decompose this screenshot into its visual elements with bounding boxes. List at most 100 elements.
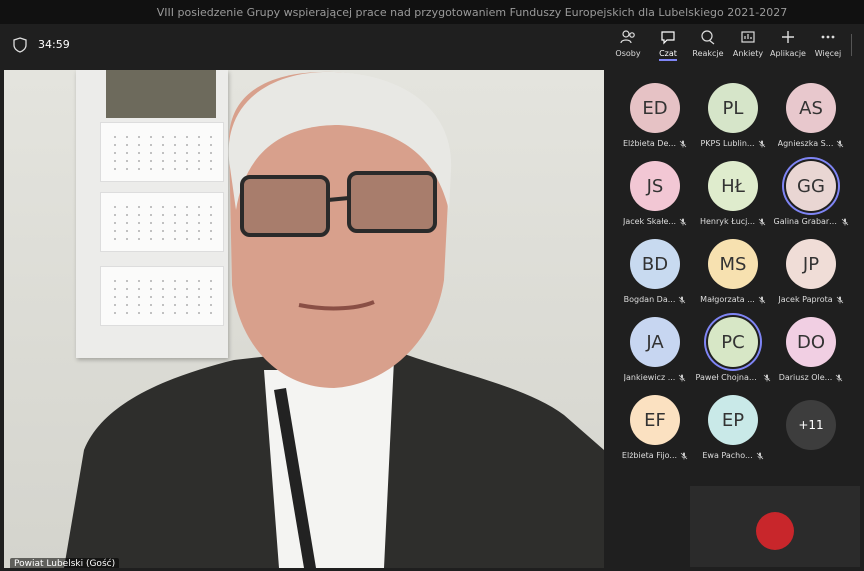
participant-name: Bogdan Da... <box>623 295 676 304</box>
participant-name: PKPS Lublin... <box>700 139 755 148</box>
polls-button[interactable]: Ankiety <box>728 28 768 61</box>
participant-tile[interactable]: JP Jacek Paprota <box>772 239 850 317</box>
more-icon <box>821 35 835 39</box>
self-view-tile[interactable] <box>690 486 860 567</box>
participant-name: Ewa Pacho... <box>702 451 753 460</box>
mic-muted-icon <box>758 218 766 225</box>
participant-tile[interactable]: BD Bogdan Da... <box>616 239 694 317</box>
participant-name-row: Dariusz Ole... <box>772 373 850 382</box>
mic-muted-icon <box>836 296 843 303</box>
participant-avatar: JS <box>630 161 680 211</box>
window-title: VIII posiedzenie Grupy wspierającej prac… <box>156 5 788 19</box>
participant-tile[interactable]: PC Paweł Chojnack... <box>694 317 772 395</box>
plus-icon <box>782 31 794 43</box>
organization-logo-icon <box>756 512 794 550</box>
more-button[interactable]: Więcej <box>808 28 848 61</box>
participant-avatar: ED <box>630 83 680 133</box>
chat-button[interactable]: Czat <box>648 28 688 61</box>
mic-muted-icon <box>679 140 687 147</box>
participant-tile[interactable]: JS Jacek Skałe... <box>616 161 694 239</box>
meeting-timer: 34:59 <box>38 38 70 51</box>
participant-name: Jacek Skałe... <box>622 217 677 226</box>
apps-label: Aplikacje <box>770 49 806 58</box>
participant-avatar: HŁ <box>708 161 758 211</box>
participant-name-row: PKPS Lublin... <box>694 139 772 148</box>
participant-tile[interactable]: EP Ewa Pacho... <box>694 395 772 473</box>
window-title-bar: VIII posiedzenie Grupy wspierającej prac… <box>0 0 864 24</box>
participant-name: Jankiewicz ... <box>623 373 676 382</box>
participant-name-row: Elżbieta De... <box>616 139 694 148</box>
people-icon <box>620 30 635 44</box>
participant-tile[interactable]: MS Małgorzata ... <box>694 239 772 317</box>
toolbar-divider <box>851 34 852 56</box>
people-label: Osoby <box>615 49 641 58</box>
mic-muted-icon <box>756 452 763 459</box>
mic-muted-icon <box>763 374 770 381</box>
more-participants-button[interactable]: +11 <box>786 400 836 450</box>
reactions-button[interactable]: Reakcje <box>688 28 728 61</box>
participant-tile[interactable]: DO Dariusz Ole... <box>772 317 850 395</box>
reactions-icon <box>701 30 715 45</box>
participant-name-row: Ewa Pacho... <box>694 451 772 460</box>
mic-muted-icon <box>679 218 687 225</box>
participant-avatar: PC <box>708 317 758 367</box>
participant-tile[interactable]: EF Elżbieta Fijo... <box>616 395 694 473</box>
apps-button[interactable]: Aplikacje <box>768 28 808 61</box>
participant-name: Małgorzata ... <box>700 295 755 304</box>
mic-muted-icon <box>837 140 844 147</box>
participant-name: Elżbieta De... <box>623 139 676 148</box>
participant-avatar: AS <box>786 83 836 133</box>
participant-name-row: Jankiewicz ... <box>616 373 694 382</box>
participant-name-row: Małgorzata ... <box>694 295 772 304</box>
participant-tile[interactable]: ED Elżbieta De... <box>616 83 694 161</box>
participant-name-row: Jacek Paprota <box>772 295 850 304</box>
toolbar-actions: Osoby Czat Reakcje Ankiety Aplikacje Wię… <box>608 28 848 61</box>
reactions-label: Reakcje <box>692 49 724 58</box>
participant-name-row: Paweł Chojnack... <box>694 373 772 382</box>
participant-tile[interactable]: JA Jankiewicz ... <box>616 317 694 395</box>
participant-name: Henryk Łucj... <box>699 217 756 226</box>
mic-muted-icon <box>841 218 848 225</box>
participant-avatar: EP <box>708 395 758 445</box>
participant-name: Paweł Chojnack... <box>695 373 760 382</box>
participant-name: Agnieszka S... <box>777 139 834 148</box>
participant-name-row: Elżbieta Fijo... <box>616 451 694 460</box>
participant-avatar: GG <box>786 161 836 211</box>
participant-avatar: JA <box>630 317 680 367</box>
mic-muted-icon <box>679 296 686 303</box>
participant-name-row: Galina Grabarcz... <box>772 217 850 226</box>
participant-avatar: JP <box>786 239 836 289</box>
participant-name-row: Jacek Skałe... <box>616 217 694 226</box>
participant-name-row: Bogdan Da... <box>616 295 694 304</box>
meeting-toolbar: 34:59 Osoby Czat Reakcje Ankiety Aplikac… <box>0 24 864 68</box>
participant-avatar: MS <box>708 239 758 289</box>
mic-muted-icon <box>758 296 766 303</box>
polls-icon <box>741 31 755 43</box>
people-button[interactable]: Osoby <box>608 28 648 61</box>
participant-tile[interactable]: PL PKPS Lublin... <box>694 83 772 161</box>
participant-tile[interactable]: GG Galina Grabarcz... <box>772 161 850 239</box>
mic-muted-icon <box>679 374 686 381</box>
participant-avatar: DO <box>786 317 836 367</box>
main-video-tile[interactable]: Powiat Lubelski (Gość) <box>4 70 604 568</box>
participant-avatar: EF <box>630 395 680 445</box>
participant-name: Galina Grabarcz... <box>773 217 838 226</box>
participant-name: Dariusz Ole... <box>778 373 833 382</box>
participant-avatar: PL <box>708 83 758 133</box>
mic-muted-icon <box>680 452 688 459</box>
mic-muted-icon <box>758 140 765 147</box>
chat-label: Czat <box>659 49 677 61</box>
participant-name-row: Henryk Łucj... <box>694 217 772 226</box>
participant-video-person <box>64 71 604 568</box>
shield-icon[interactable] <box>12 37 28 53</box>
chat-icon <box>661 31 675 45</box>
participant-tile[interactable]: HŁ Henryk Łucj... <box>694 161 772 239</box>
participant-name-row: Agnieszka S... <box>772 139 850 148</box>
polls-label: Ankiety <box>732 49 764 58</box>
participant-avatar: BD <box>630 239 680 289</box>
participant-name: Elżbieta Fijo... <box>621 451 678 460</box>
main-video-name: Powiat Lubelski (Gość) <box>10 558 120 568</box>
participant-tile[interactable]: AS Agnieszka S... <box>772 83 850 161</box>
more-label: Więcej <box>814 49 842 58</box>
participant-name: Jacek Paprota <box>778 295 833 304</box>
